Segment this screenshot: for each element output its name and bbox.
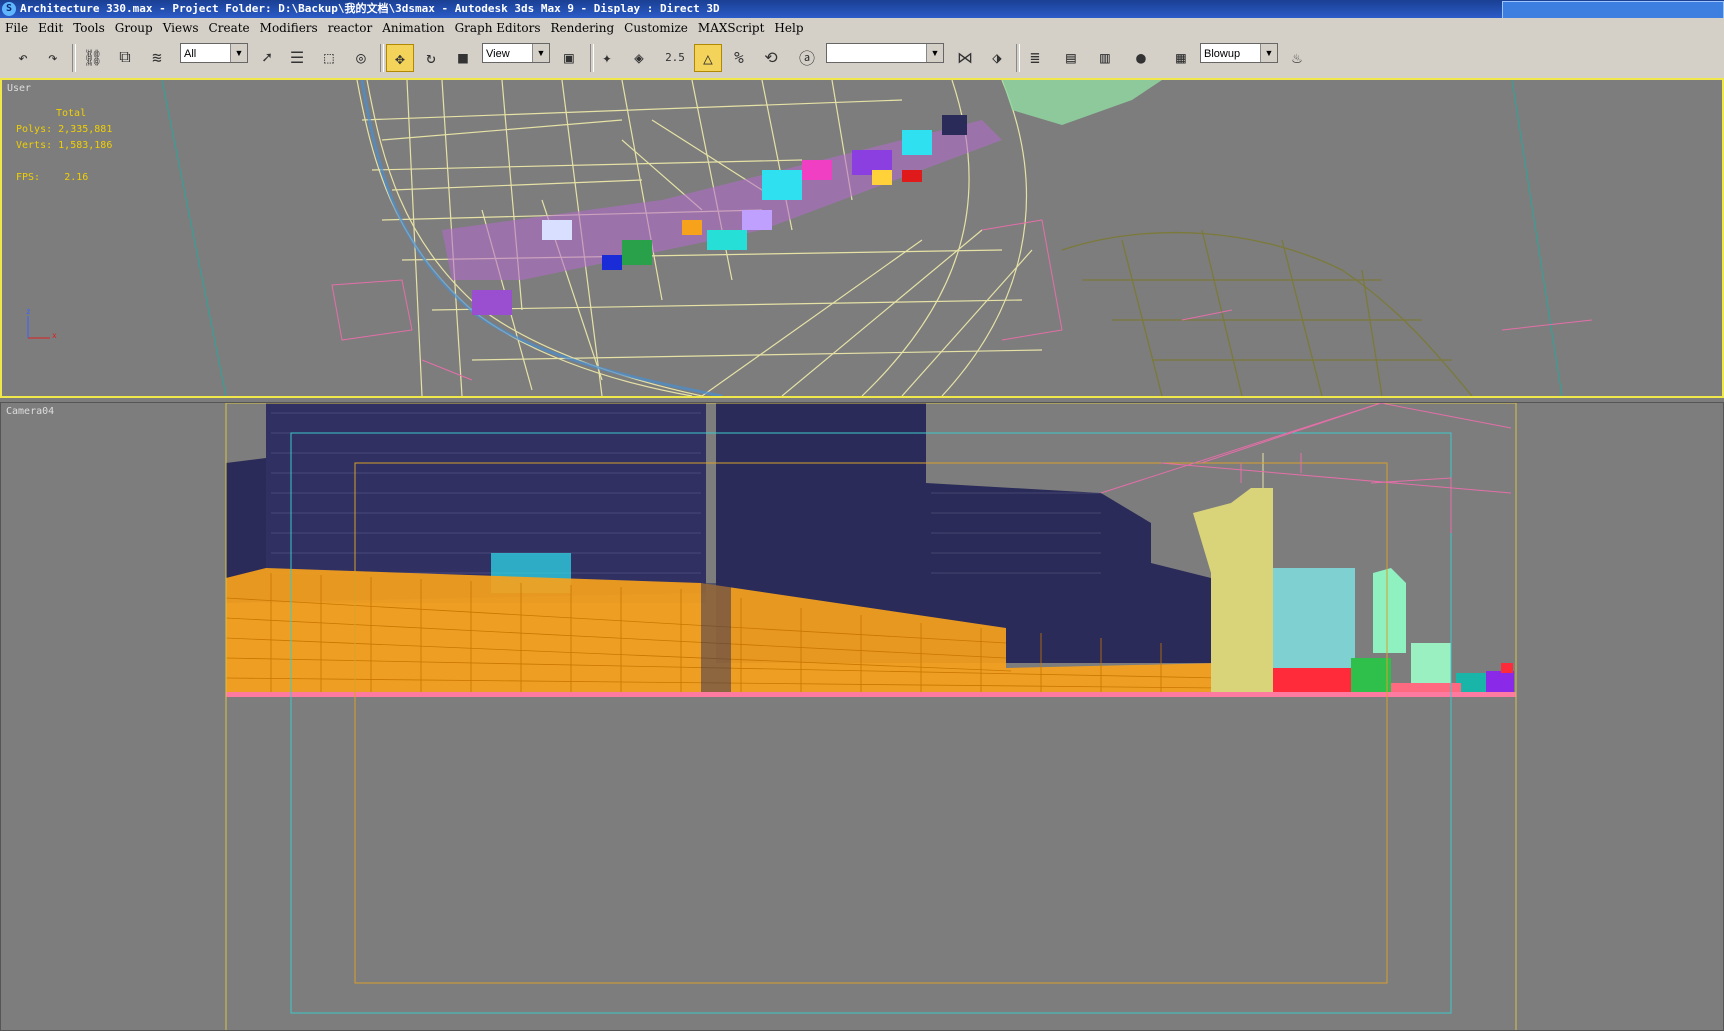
window-title: Architecture 330.max - Project Folder: D… [20,2,720,15]
spinner-snap-icon[interactable]: ⟲ [758,44,784,70]
axis-z-label: z [26,307,31,316]
verts-label: Verts: [16,140,53,151]
viewport-statistics: Total Polys: 2,335,881 Verts: 1,583,186 … [16,106,112,186]
select-and-move-icon[interactable]: ✥ [386,44,414,72]
chevron-down-icon: ▼ [1260,44,1277,62]
redo-icon[interactable]: ↷ [40,44,66,70]
menu-reactor[interactable]: reactor [323,18,378,38]
undo-icon[interactable]: ↶ [10,44,36,70]
polys-label: Polys: [16,124,53,135]
select-and-manipulate-icon[interactable]: ✦ [594,44,620,70]
camera-viewport-scene [225,403,1517,1030]
menu-animation[interactable]: Animation [377,18,449,38]
user-viewport-scene: z x [26,80,1593,396]
pink-wire-outlines [1100,403,1512,533]
axis-x-label: x [52,331,57,340]
viewport-label[interactable]: User [7,83,31,94]
axis-gizmo [27,316,50,339]
stats-header: Total [56,108,87,119]
named-selection-dropdown[interactable]: ▼ [826,43,944,63]
window-crossing-icon[interactable]: ◎ [348,44,374,70]
menu-edit[interactable]: Edit [33,18,68,38]
select-by-name-icon[interactable]: ☰ [284,44,310,70]
menu-tools[interactable]: Tools [68,18,110,38]
viewport-label[interactable]: Camera04 [6,406,54,417]
snap-toggle-icon[interactable]: 2.5 [662,44,688,70]
olive-road-network [1061,229,1473,396]
render-type-dropdown[interactable]: Blowup ▼ [1200,43,1278,63]
select-and-scale-icon[interactable]: ■ [450,44,476,70]
align-icon[interactable]: ⬗ [984,44,1010,70]
selection-filter-dropdown[interactable]: All ▼ [180,43,248,63]
angle-snap-icon[interactable]: △ [694,44,722,72]
toolbar-separator [380,44,384,72]
snap-value: 2.5 [665,50,685,64]
menu-bar: File Edit Tools Group Views Create Modifiers re… [0,18,1724,38]
menu-views[interactable]: Views [158,18,204,38]
menu-customize[interactable]: Customize [619,18,693,38]
unlink-selection-icon[interactable]: ⧉ [112,44,138,70]
main-toolbar: ↶ ↷ ⛓ ⧉ ≋ All ▼ ➚ ☰ ⬚ ◎ ✥ ↻ ■ View ▼ ▣ ✦ ◈… [0,38,1724,79]
menu-create[interactable]: Create [204,18,255,38]
select-object-icon[interactable]: ➚ [254,44,280,70]
schematic-view-icon[interactable]: ▥ [1092,44,1118,70]
menu-maxscript[interactable]: MAXScript [693,18,770,38]
menu-file[interactable]: File [0,18,33,38]
reference-coordinate-dropdown[interactable]: View ▼ [482,43,550,63]
window-controls[interactable] [1502,1,1724,18]
curve-editor-icon[interactable]: ▤ [1058,44,1084,70]
render-setup-icon[interactable]: ▦ [1168,44,1194,70]
toolbar-separator [72,44,76,72]
menu-graph-editors[interactable]: Graph Editors [450,18,546,38]
menu-group[interactable]: Group [110,18,158,38]
rectangular-selection-icon[interactable]: ⬚ [316,44,342,70]
polys-value: 2,335,881 [58,124,113,135]
fps-value: 2.16 [64,172,89,183]
layer-manager-icon[interactable]: ≣ [1022,44,1048,70]
green-zone [1002,80,1162,125]
chevron-down-icon: ▼ [926,44,943,62]
edit-named-selection-icon[interactable]: ⓐ [794,44,820,70]
bind-to-space-warp-icon[interactable]: ≋ [144,44,170,70]
select-and-rotate-icon[interactable]: ↻ [418,44,444,70]
menu-help[interactable]: Help [769,18,808,38]
selection-filter-value: All [184,48,197,60]
app-logo-icon[interactable]: S [2,2,16,16]
chevron-down-icon: ▼ [230,44,247,62]
fps-label: FPS: [16,172,41,183]
percent-snap-icon[interactable]: % [726,44,752,70]
quick-render-teapot-icon[interactable]: ♨ [1284,44,1310,70]
mirror-icon[interactable]: ⋈ [952,44,978,70]
chevron-down-icon: ▼ [532,44,549,62]
verts-value: 1,583,186 [58,140,113,151]
menu-modifiers[interactable]: Modifiers [255,18,323,38]
keyboard-shortcut-override-icon[interactable]: ◈ [626,44,652,70]
material-editor-icon[interactable]: ● [1128,44,1154,70]
toolbar-separator [1016,44,1020,72]
reference-coordinate-value: View [486,48,510,60]
select-and-link-icon[interactable]: ⛓ [80,44,106,70]
menu-rendering[interactable]: Rendering [546,18,620,38]
building-cluster [442,115,1002,315]
render-type-value: Blowup [1204,48,1241,60]
viewport-user[interactable]: z x User Total Polys: 2,335,881 Verts: 1… [0,78,1724,398]
viewport-camera[interactable]: Camera04 [0,402,1724,1031]
pivot-center-icon[interactable]: ▣ [556,44,582,70]
title-bar: S Architecture 330.max - Project Folder:… [0,0,1724,18]
